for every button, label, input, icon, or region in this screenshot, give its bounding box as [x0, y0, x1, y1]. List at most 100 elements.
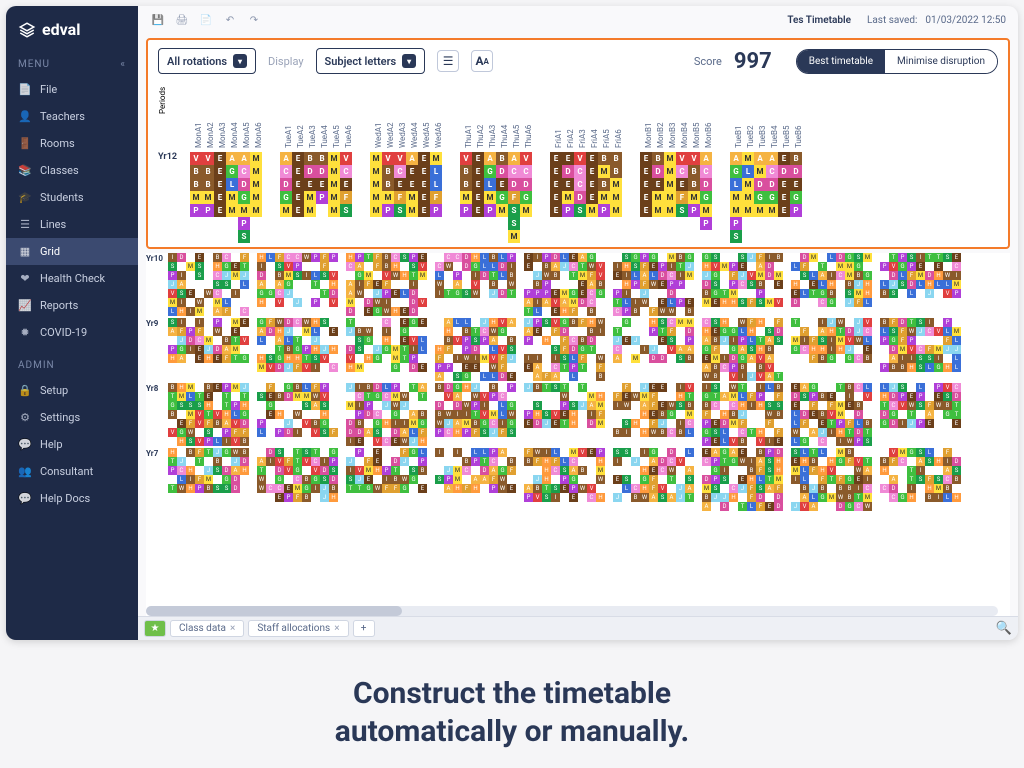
timetable-cell[interactable]: F — [943, 336, 952, 345]
timetable-cell[interactable] — [827, 437, 836, 446]
timetable-cell[interactable]: F — [649, 419, 658, 428]
timetable-cell[interactable]: D — [346, 419, 355, 428]
timetable-cell[interactable]: P — [711, 475, 720, 484]
timetable-cell[interactable]: A — [213, 307, 222, 316]
timetable-cell[interactable]: P — [484, 204, 496, 217]
timetable-cell[interactable]: G — [649, 448, 658, 457]
timetable-cell[interactable] — [373, 327, 382, 336]
timetable-cell[interactable]: M — [702, 298, 711, 307]
timetable-cell[interactable]: S — [711, 253, 720, 262]
timetable-cell[interactable]: E — [586, 191, 598, 204]
timetable-cell[interactable]: B — [676, 428, 685, 437]
timetable-cell[interactable] — [818, 401, 827, 410]
timetable-cell[interactable]: F — [498, 428, 507, 437]
timetable-cell[interactable] — [836, 466, 845, 475]
timetable-cell[interactable]: A — [765, 484, 774, 493]
timetable-cell[interactable]: C — [667, 428, 676, 437]
timetable-cell[interactable]: L — [489, 262, 498, 271]
timetable-cell[interactable]: S — [676, 401, 685, 410]
timetable-cell[interactable]: T — [346, 318, 355, 327]
timetable-cell[interactable]: J — [854, 280, 863, 289]
timetable-cell[interactable]: V — [195, 410, 204, 419]
timetable-cell[interactable]: T — [489, 271, 498, 280]
timetable-cell[interactable]: J — [400, 457, 409, 466]
timetable-cell[interactable]: D — [889, 345, 898, 354]
timetable-cell[interactable]: M — [596, 401, 605, 410]
timetable-cell[interactable]: V — [827, 410, 836, 419]
timetable-cell[interactable] — [418, 354, 427, 363]
timetable-cell[interactable]: F — [400, 448, 409, 457]
timetable-cell[interactable]: D — [266, 327, 275, 336]
timetable-cell[interactable]: T — [391, 466, 400, 475]
timetable-cell[interactable] — [676, 475, 685, 484]
timetable-cell[interactable] — [676, 466, 685, 475]
timetable-cell[interactable]: M — [328, 165, 340, 178]
timetable-cell[interactable]: G — [238, 191, 250, 204]
timetable-cell[interactable]: M — [460, 191, 472, 204]
timetable-cell[interactable]: L — [489, 345, 498, 354]
timetable-cell[interactable]: L — [257, 336, 266, 345]
timetable-cell[interactable]: L — [791, 262, 800, 271]
timetable-cell[interactable]: P — [854, 437, 863, 446]
timetable-cell[interactable] — [845, 318, 854, 327]
timetable-cell[interactable]: G — [275, 475, 284, 484]
timetable-cell[interactable]: F — [524, 448, 533, 457]
timetable-cell[interactable] — [898, 466, 907, 475]
timetable-cell[interactable]: V — [373, 437, 382, 446]
timetable-cell[interactable]: A — [222, 345, 231, 354]
timetable-cell[interactable]: A — [685, 484, 694, 493]
timetable-cell[interactable]: I — [355, 280, 364, 289]
timetable-cell[interactable]: P — [489, 448, 498, 457]
timetable-cell[interactable]: A — [800, 383, 809, 392]
timetable-cell[interactable]: H — [934, 271, 943, 280]
timetable-cell[interactable]: G — [578, 345, 587, 354]
timetable-cell[interactable]: B — [240, 448, 249, 457]
timetable-cell[interactable] — [742, 217, 754, 230]
timetable-cell[interactable]: V — [688, 152, 700, 165]
timetable-cell[interactable]: E — [569, 493, 578, 502]
timetable-cell[interactable] — [311, 493, 320, 502]
timetable-cell[interactable] — [346, 410, 355, 419]
timetable-cell[interactable]: V — [480, 410, 489, 419]
timetable-cell[interactable]: C — [729, 401, 738, 410]
timetable-cell[interactable]: G — [711, 466, 720, 475]
timetable-cell[interactable]: P — [222, 428, 231, 437]
timetable-cell[interactable] — [711, 502, 720, 511]
timetable-cell[interactable]: S — [818, 336, 827, 345]
timetable-cell[interactable]: T — [711, 392, 720, 401]
timetable-cell[interactable] — [266, 271, 275, 280]
timetable-cell[interactable]: H — [934, 457, 943, 466]
timetable-cell[interactable]: A — [667, 493, 676, 502]
timetable-cell[interactable]: E — [373, 280, 382, 289]
timetable-cell[interactable]: S — [293, 271, 302, 280]
timetable-cell[interactable]: V — [574, 152, 586, 165]
timetable-cell[interactable] — [453, 262, 462, 271]
timetable-cell[interactable] — [240, 345, 249, 354]
timetable-cell[interactable]: M — [328, 152, 340, 165]
timetable-cell[interactable]: M — [700, 204, 712, 217]
timetable-cell[interactable] — [587, 383, 596, 392]
timetable-cell[interactable]: S — [854, 253, 863, 262]
timetable-cell[interactable]: J — [168, 280, 177, 289]
timetable-cell[interactable]: L — [738, 392, 747, 401]
timetable-cell[interactable] — [462, 392, 471, 401]
timetable-cell[interactable]: H — [729, 298, 738, 307]
timetable-cell[interactable]: W — [302, 318, 311, 327]
timetable-cell[interactable] — [622, 457, 631, 466]
timetable-cell[interactable] — [311, 289, 320, 298]
timetable-cell[interactable]: D — [444, 383, 453, 392]
timetable-cell[interactable]: B — [382, 262, 391, 271]
timetable-cell[interactable]: E — [640, 204, 652, 217]
timetable-cell[interactable]: E — [355, 437, 364, 446]
timetable-cell[interactable]: I — [702, 383, 711, 392]
timetable-cell[interactable]: V — [311, 466, 320, 475]
timetable-cell[interactable]: P — [391, 383, 400, 392]
timetable-cell[interactable]: D — [854, 410, 863, 419]
timetable-cell[interactable]: E — [462, 363, 471, 372]
timetable-cell[interactable]: F — [382, 484, 391, 493]
timetable-cell[interactable]: M — [610, 178, 622, 191]
timetable-cell[interactable]: I — [863, 475, 872, 484]
timetable-cell[interactable]: A — [800, 493, 809, 502]
timetable-cell[interactable]: I — [382, 475, 391, 484]
timetable-cell[interactable]: S — [222, 484, 231, 493]
